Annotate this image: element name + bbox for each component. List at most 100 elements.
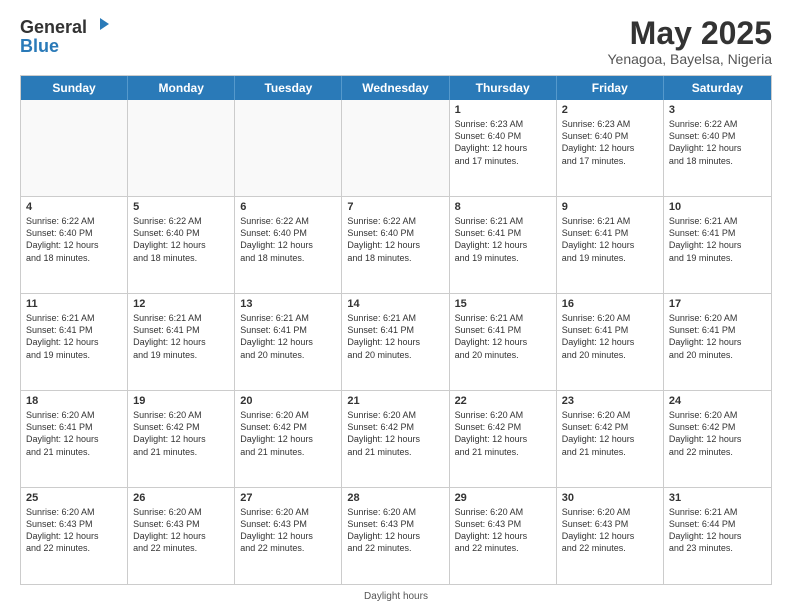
cal-header-saturday: Saturday [664,76,771,100]
day-number: 13 [240,298,336,310]
day-number: 15 [455,298,551,310]
table-row [21,100,128,196]
table-row: 4 Sunrise: 6:22 AM Sunset: 6:40 PM Daylig… [21,197,128,293]
day-info: Sunrise: 6:22 AM Sunset: 6:40 PM Dayligh… [240,215,336,264]
day-number: 20 [240,395,336,407]
day-number: 8 [455,201,551,213]
day-number: 22 [455,395,551,407]
cal-header-tuesday: Tuesday [235,76,342,100]
day-info: Sunrise: 6:20 AM Sunset: 6:43 PM Dayligh… [240,506,336,555]
day-info: Sunrise: 6:23 AM Sunset: 6:40 PM Dayligh… [455,118,551,167]
table-row: 7 Sunrise: 6:22 AM Sunset: 6:40 PM Daylig… [342,197,449,293]
day-number: 11 [26,298,122,310]
logo-blue: Blue [20,36,111,57]
table-row: 3 Sunrise: 6:22 AM Sunset: 6:40 PM Daylig… [664,100,771,196]
day-info: Sunrise: 6:21 AM Sunset: 6:41 PM Dayligh… [562,215,658,264]
table-row [235,100,342,196]
logo: General Blue [20,16,111,57]
day-info: Sunrise: 6:22 AM Sunset: 6:40 PM Dayligh… [133,215,229,264]
calendar: SundayMondayTuesdayWednesdayThursdayFrid… [20,75,772,585]
cal-header-thursday: Thursday [450,76,557,100]
day-number: 6 [240,201,336,213]
table-row: 21Sunrise: 6:20 AM Sunset: 6:42 PM Dayli… [342,391,449,487]
day-number: 9 [562,201,658,213]
day-info: Sunrise: 6:20 AM Sunset: 6:43 PM Dayligh… [26,506,122,555]
day-number: 28 [347,492,443,504]
day-number: 5 [133,201,229,213]
day-number: 30 [562,492,658,504]
day-number: 18 [26,395,122,407]
day-info: Sunrise: 6:20 AM Sunset: 6:41 PM Dayligh… [562,312,658,361]
page-header: General Blue May 2025 Yenagoa, Bayelsa, … [20,16,772,67]
cal-week-5: 25 Sunrise: 6:20 AM Sunset: 6:43 PM Dayli… [21,488,771,584]
cal-header-friday: Friday [557,76,664,100]
table-row: 29 Sunrise: 6:20 AM Sunset: 6:43 PM Dayli… [450,488,557,584]
cal-header-wednesday: Wednesday [342,76,449,100]
day-info: Sunrise: 6:20 AM Sunset: 6:42 PM Dayligh… [455,409,551,458]
table-row: 5 Sunrise: 6:22 AM Sunset: 6:40 PM Daylig… [128,197,235,293]
table-row: 17Sunrise: 6:20 AM Sunset: 6:41 PM Dayli… [664,294,771,390]
day-number: 16 [562,298,658,310]
location-subtitle: Yenagoa, Bayelsa, Nigeria [608,51,773,67]
day-number: 31 [669,492,766,504]
calendar-body: 1 Sunrise: 6:23 AM Sunset: 6:40 PM Daylig… [21,100,771,584]
day-number: 21 [347,395,443,407]
month-title: May 2025 [608,16,773,51]
logo-general: General [20,17,87,38]
day-info: Sunrise: 6:21 AM Sunset: 6:41 PM Dayligh… [455,312,551,361]
table-row: 18Sunrise: 6:20 AM Sunset: 6:41 PM Dayli… [21,391,128,487]
day-info: Sunrise: 6:20 AM Sunset: 6:43 PM Dayligh… [347,506,443,555]
day-info: Sunrise: 6:22 AM Sunset: 6:40 PM Dayligh… [347,215,443,264]
day-info: Sunrise: 6:21 AM Sunset: 6:41 PM Dayligh… [347,312,443,361]
day-number: 23 [562,395,658,407]
day-info: Sunrise: 6:20 AM Sunset: 6:43 PM Dayligh… [562,506,658,555]
day-number: 24 [669,395,766,407]
day-number: 26 [133,492,229,504]
table-row: 22 Sunrise: 6:20 AM Sunset: 6:42 PM Dayli… [450,391,557,487]
table-row: 27 Sunrise: 6:20 AM Sunset: 6:43 PM Dayli… [235,488,342,584]
day-number: 25 [26,492,122,504]
day-info: Sunrise: 6:21 AM Sunset: 6:41 PM Dayligh… [133,312,229,361]
day-number: 3 [669,104,766,116]
table-row: 16 Sunrise: 6:20 AM Sunset: 6:41 PM Dayli… [557,294,664,390]
day-info: Sunrise: 6:20 AM Sunset: 6:43 PM Dayligh… [455,506,551,555]
footer-text: Daylight hours [364,591,428,602]
table-row: 10 Sunrise: 6:21 AM Sunset: 6:41 PM Dayli… [664,197,771,293]
calendar-header: SundayMondayTuesdayWednesdayThursdayFrid… [21,76,771,100]
table-row: 15 Sunrise: 6:21 AM Sunset: 6:41 PM Dayli… [450,294,557,390]
table-row: 19 Sunrise: 6:20 AM Sunset: 6:42 PM Dayli… [128,391,235,487]
day-number: 14 [347,298,443,310]
cal-week-4: 18Sunrise: 6:20 AM Sunset: 6:41 PM Dayli… [21,391,771,488]
day-number: 7 [347,201,443,213]
day-info: Sunrise: 6:20 AM Sunset: 6:42 PM Dayligh… [133,409,229,458]
cal-week-2: 4 Sunrise: 6:22 AM Sunset: 6:40 PM Daylig… [21,197,771,294]
logo-flag-icon [89,16,111,38]
day-info: Sunrise: 6:21 AM Sunset: 6:41 PM Dayligh… [26,312,122,361]
table-row: 31Sunrise: 6:21 AM Sunset: 6:44 PM Dayli… [664,488,771,584]
day-info: Sunrise: 6:21 AM Sunset: 6:41 PM Dayligh… [455,215,551,264]
day-number: 29 [455,492,551,504]
table-row: 14 Sunrise: 6:21 AM Sunset: 6:41 PM Dayli… [342,294,449,390]
day-info: Sunrise: 6:22 AM Sunset: 6:40 PM Dayligh… [26,215,122,264]
day-info: Sunrise: 6:23 AM Sunset: 6:40 PM Dayligh… [562,118,658,167]
day-info: Sunrise: 6:20 AM Sunset: 6:42 PM Dayligh… [669,409,766,458]
day-info: Sunrise: 6:21 AM Sunset: 6:41 PM Dayligh… [240,312,336,361]
table-row: 25 Sunrise: 6:20 AM Sunset: 6:43 PM Dayli… [21,488,128,584]
day-info: Sunrise: 6:22 AM Sunset: 6:40 PM Dayligh… [669,118,766,167]
day-number: 19 [133,395,229,407]
day-number: 27 [240,492,336,504]
day-number: 4 [26,201,122,213]
table-row: 8 Sunrise: 6:21 AM Sunset: 6:41 PM Daylig… [450,197,557,293]
cal-header-sunday: Sunday [21,76,128,100]
day-info: Sunrise: 6:20 AM Sunset: 6:43 PM Dayligh… [133,506,229,555]
day-info: Sunrise: 6:21 AM Sunset: 6:41 PM Dayligh… [669,215,766,264]
day-number: 10 [669,201,766,213]
table-row [128,100,235,196]
day-number: 1 [455,104,551,116]
day-info: Sunrise: 6:20 AM Sunset: 6:42 PM Dayligh… [240,409,336,458]
cal-week-1: 1 Sunrise: 6:23 AM Sunset: 6:40 PM Daylig… [21,100,771,197]
day-number: 2 [562,104,658,116]
table-row: 11 Sunrise: 6:21 AM Sunset: 6:41 PM Dayli… [21,294,128,390]
table-row: 2 Sunrise: 6:23 AM Sunset: 6:40 PM Daylig… [557,100,664,196]
table-row: 28 Sunrise: 6:20 AM Sunset: 6:43 PM Dayli… [342,488,449,584]
